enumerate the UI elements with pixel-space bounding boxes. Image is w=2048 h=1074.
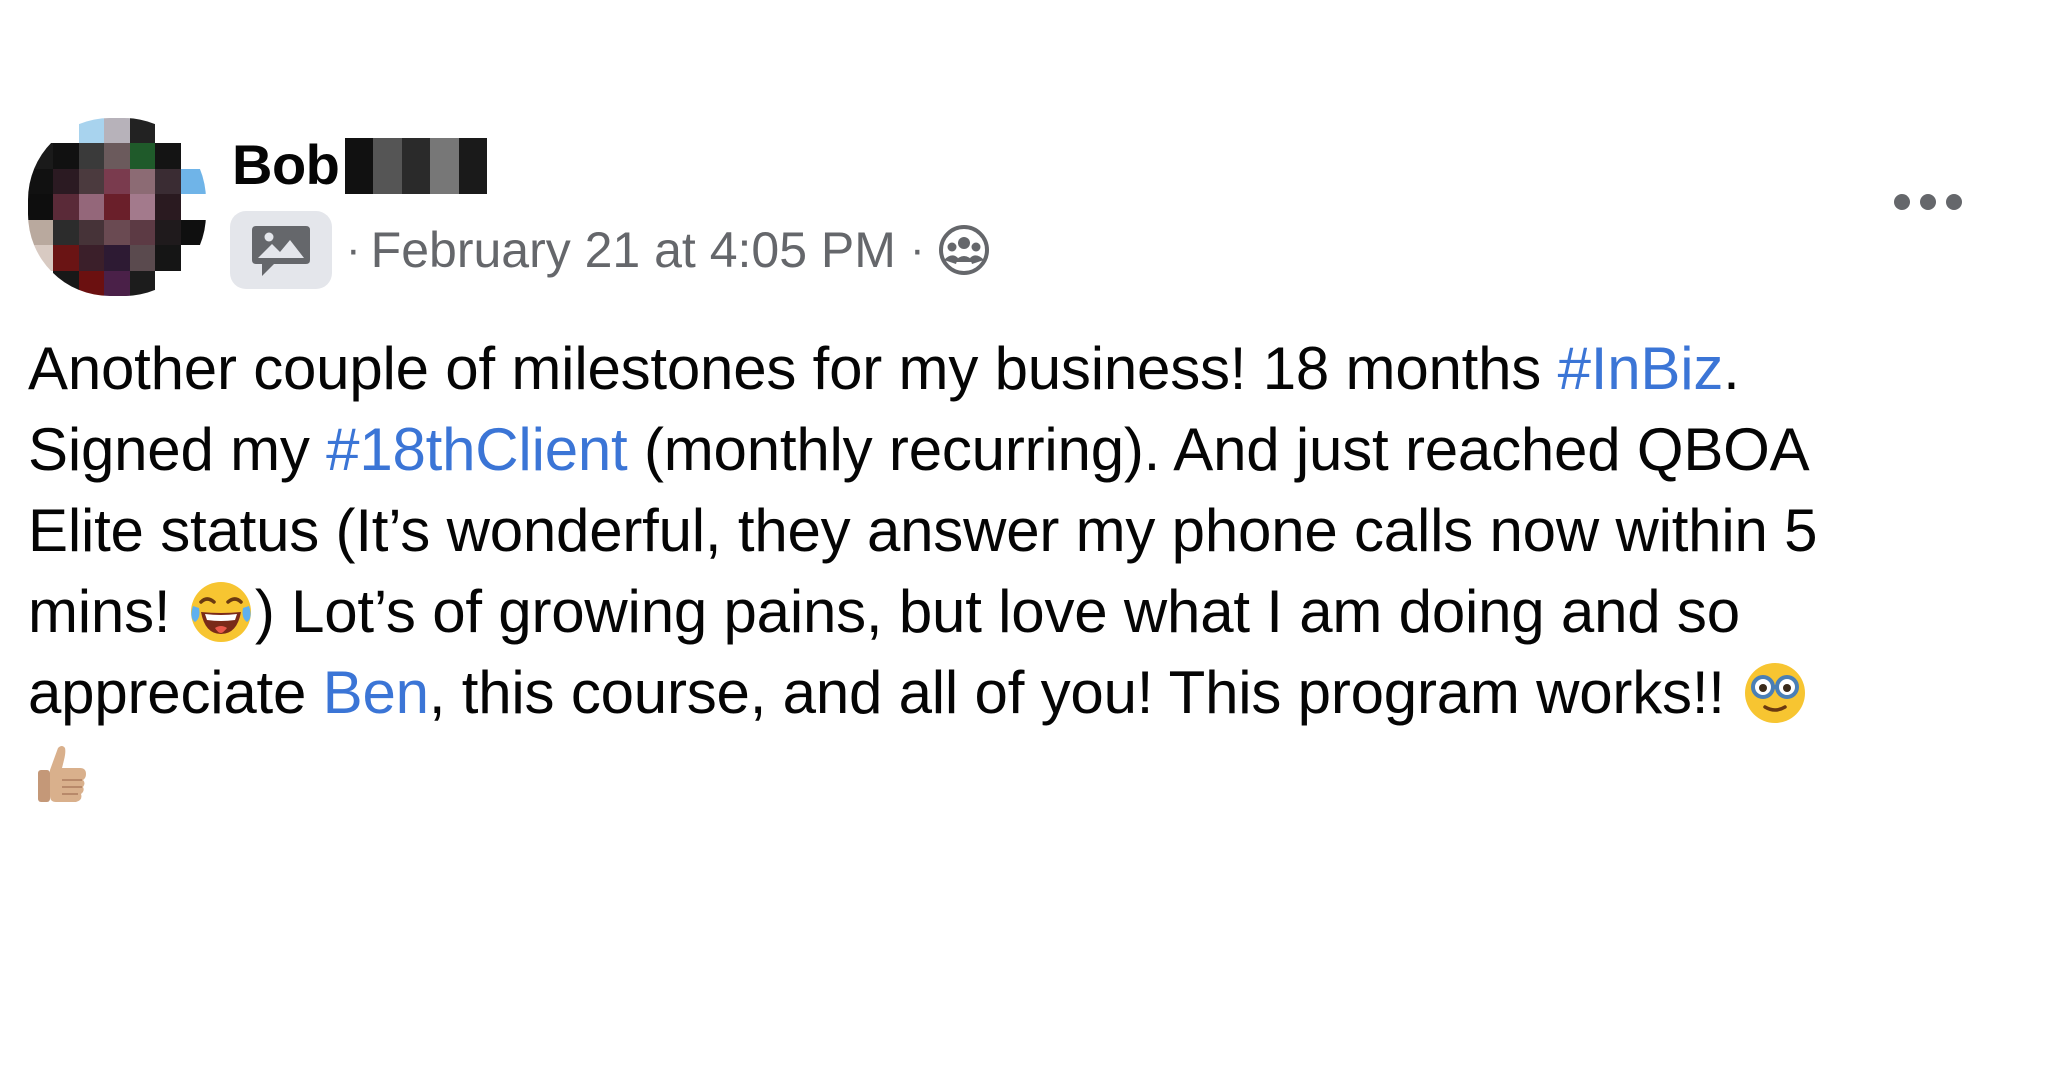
hashtag-inbiz-link[interactable]: #InBiz [1558, 335, 1724, 402]
thumbs-up-emoji [38, 746, 86, 802]
message-line-3: Elite status (It’s wonderful, they answe… [28, 497, 1818, 564]
tears-of-joy-emoji [190, 582, 251, 642]
text-segment: . [1723, 335, 1740, 402]
text-segment: appreciate [28, 659, 323, 726]
text-segment: , this course, and all of you! This prog… [428, 659, 1742, 726]
message-line-1: Another couple of milestones for my busi… [28, 328, 2018, 409]
name-redaction [345, 138, 488, 194]
message-line-5: appreciate Ben, this course, and all of … [28, 652, 2018, 733]
post-timestamp[interactable]: February 21 at 4:05 PM [371, 221, 896, 279]
group-members-icon[interactable] [937, 223, 991, 277]
author-avatar[interactable] [28, 118, 206, 296]
text-segment: Another couple of milestones for my busi… [28, 335, 1558, 402]
meta-separator-2: · [909, 225, 925, 274]
avatar-pixelated [28, 118, 206, 296]
mention-ben-link[interactable]: Ben [323, 659, 429, 726]
post-card: Bob · February 21 at 4:05 PM · Another c… [0, 0, 2048, 1074]
post-message: Another couple of milestones for my busi… [28, 328, 2018, 814]
message-line-4: mins! ) Lot’s of growing pains, but love… [28, 571, 2018, 652]
more-dots-icon [1894, 194, 1962, 210]
group-members-glyph [938, 225, 989, 275]
author-name[interactable]: Bob [232, 132, 340, 197]
meta-separator: · [346, 225, 361, 274]
text-segment: ) Lot’s of growing pains, but love what … [254, 578, 1740, 645]
group-chat-photo-icon[interactable] [230, 211, 332, 289]
nerd-glasses-emoji [1745, 663, 1806, 723]
text-segment: Signed my [28, 416, 327, 483]
hashtag-18thclient-link[interactable]: #18thClient [326, 416, 628, 483]
more-options-button[interactable] [1880, 176, 1976, 228]
group-chat-photo-glyph [252, 226, 310, 276]
message-line-6 [28, 733, 2018, 814]
text-segment: (monthly recurring). And just reached QB… [627, 416, 1810, 483]
post-meta: · February 21 at 4:05 PM · [230, 210, 991, 290]
text-segment: mins! [28, 578, 187, 645]
message-line-2: Signed my #18thClient (monthly recurring… [28, 409, 2018, 490]
